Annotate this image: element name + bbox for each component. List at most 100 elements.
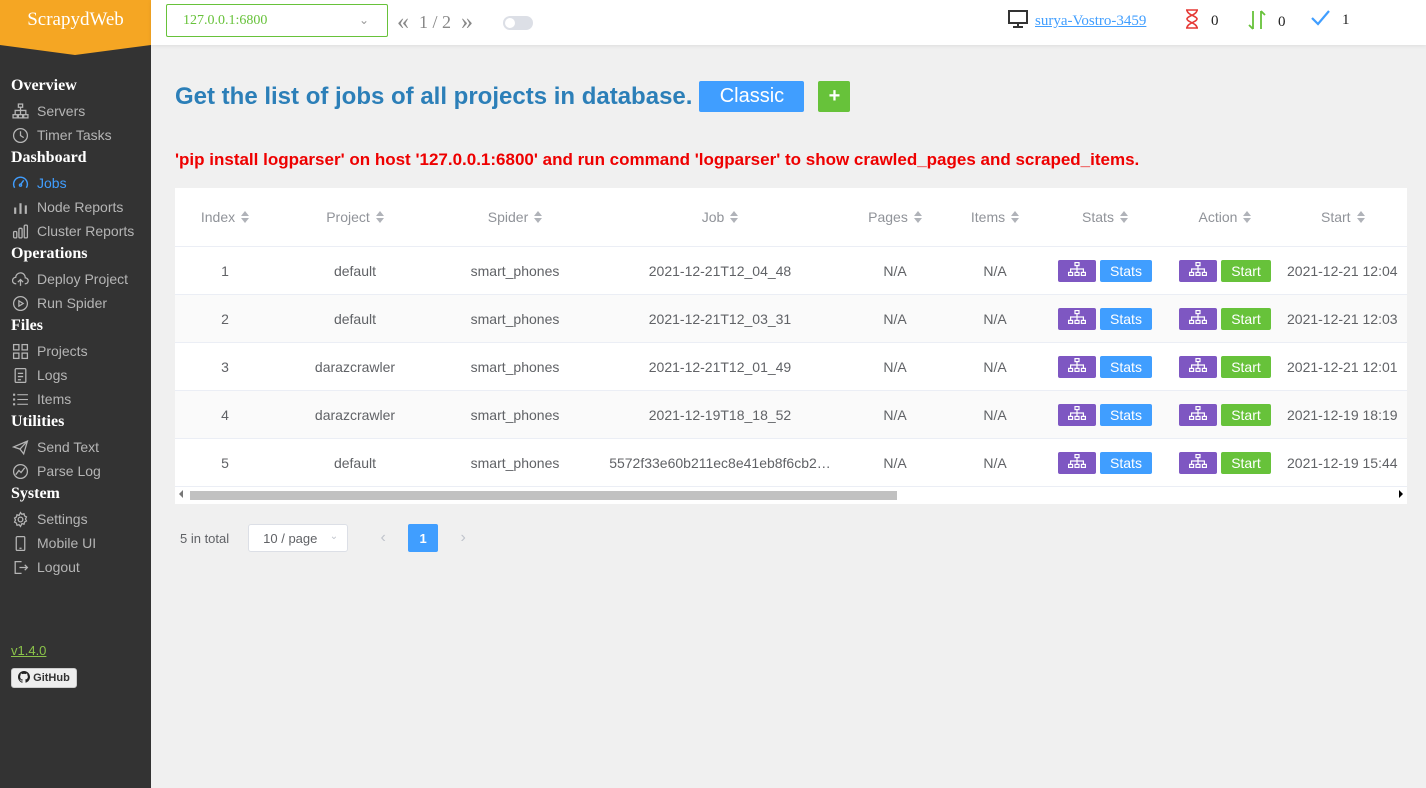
- action-tree-button[interactable]: [1179, 307, 1217, 330]
- stats-button[interactable]: Stats: [1100, 259, 1152, 282]
- send-icon: [11, 438, 29, 456]
- version-link[interactable]: v1.4.0: [11, 643, 46, 658]
- github-button[interactable]: GitHub: [11, 668, 77, 688]
- sidebar-item-label: Deploy Project: [37, 271, 129, 287]
- hostname-link[interactable]: surya-Vostro-3459: [1035, 13, 1146, 30]
- sidebar-item-send-text[interactable]: Send Text: [0, 435, 151, 459]
- cell-stats: Stats: [1045, 343, 1165, 390]
- current-page-button[interactable]: 1: [408, 524, 439, 552]
- sidebar-item-label: Node Reports: [37, 199, 124, 215]
- prev-server-button[interactable]: «: [397, 8, 409, 36]
- sidebar-item-deploy-project[interactable]: Deploy Project: [0, 267, 151, 291]
- sidebar-item-items[interactable]: Items: [0, 387, 151, 411]
- header-start[interactable]: Start: [1285, 188, 1407, 246]
- header-index[interactable]: Index: [175, 188, 275, 246]
- sidebar-item-parse-log[interactable]: Parse Log: [0, 459, 151, 483]
- sidebar-item-timer-tasks[interactable]: Timer Tasks: [0, 123, 151, 147]
- next-server-button[interactable]: »: [461, 8, 473, 36]
- header-items[interactable]: Items: [945, 188, 1045, 246]
- sort-icon: [1243, 211, 1252, 223]
- sidebar: ScrapydWeb Overview Servers Timer Tasks …: [0, 0, 151, 788]
- header-job[interactable]: Job: [595, 188, 845, 246]
- cell-index: 4: [221, 406, 229, 423]
- app-logo[interactable]: ScrapydWeb: [0, 0, 151, 55]
- sidebar-nav: Overview Servers Timer Tasks Dashboard J…: [0, 45, 151, 579]
- upload-icon: [11, 270, 29, 288]
- hourglass-icon: [1185, 9, 1211, 34]
- action-tree-button[interactable]: [1179, 403, 1217, 426]
- running-stat[interactable]: 0: [1248, 9, 1286, 36]
- sidebar-item-servers[interactable]: Servers: [0, 99, 151, 123]
- scrollbar-thumb[interactable]: [190, 491, 897, 500]
- projects-icon: [11, 342, 29, 360]
- sitemap-icon: [1189, 262, 1207, 279]
- scroll-left-icon[interactable]: [179, 490, 183, 498]
- multinode-toggle[interactable]: [503, 16, 533, 30]
- start-button[interactable]: Start: [1221, 259, 1271, 282]
- horizontal-scrollbar[interactable]: [175, 488, 1407, 502]
- sidebar-item-mobile-ui[interactable]: Mobile UI: [0, 531, 151, 555]
- sitemap-icon: [1068, 310, 1086, 327]
- stats-tree-button[interactable]: [1058, 451, 1096, 474]
- header-spider[interactable]: Spider: [435, 188, 595, 246]
- sitemap-icon: [1068, 454, 1086, 471]
- start-button[interactable]: Start: [1221, 403, 1271, 426]
- start-button[interactable]: Start: [1221, 355, 1271, 378]
- logparser-warning: 'pip install logparser' on host '127.0.0…: [175, 150, 1140, 169]
- sort-icon: [534, 211, 543, 223]
- start-button[interactable]: Start: [1221, 307, 1271, 330]
- stats-button[interactable]: Stats: [1100, 403, 1152, 426]
- sidebar-item-jobs[interactable]: Jobs: [0, 171, 151, 195]
- sidebar-item-node-reports[interactable]: Node Reports: [0, 195, 151, 219]
- add-button[interactable]: +: [818, 81, 851, 112]
- sidebar-item-label: Projects: [37, 343, 88, 359]
- stats-tree-button[interactable]: [1058, 403, 1096, 426]
- sidebar-item-logs[interactable]: Logs: [0, 363, 151, 387]
- finished-stat[interactable]: 1: [1310, 9, 1350, 32]
- sidebar-item-logout[interactable]: Logout: [0, 555, 151, 579]
- gear-icon: [11, 510, 29, 528]
- pending-stat[interactable]: 0: [1185, 9, 1219, 34]
- cell-stats: Stats: [1045, 439, 1165, 486]
- cell-job: 2021-12-21T12_03_31: [648, 310, 792, 327]
- action-tree-button[interactable]: [1179, 355, 1217, 378]
- stats-tree-button[interactable]: [1058, 307, 1096, 330]
- page-size-select[interactable]: 10 / page ⌄: [248, 524, 349, 552]
- action-tree-button[interactable]: [1179, 259, 1217, 282]
- sidebar-item-projects[interactable]: Projects: [0, 339, 151, 363]
- header-project[interactable]: Project: [275, 188, 435, 246]
- stats-button[interactable]: Stats: [1100, 451, 1152, 474]
- cell-start: 2021-12-19 18:19: [1287, 406, 1398, 423]
- cell-items: N/A: [983, 310, 1007, 327]
- sidebar-item-run-spider[interactable]: Run Spider: [0, 291, 151, 315]
- pending-count: 0: [1211, 13, 1219, 29]
- scroll-right-icon[interactable]: [1399, 490, 1403, 498]
- logout-icon: [11, 558, 29, 576]
- sort-icon: [1356, 211, 1365, 223]
- play-icon: [11, 294, 29, 312]
- section-utilities: Utilities: [11, 413, 65, 430]
- prev-page-button[interactable]: ‹: [368, 524, 398, 552]
- cell-project: default: [333, 310, 377, 327]
- classic-view-button[interactable]: Classic: [699, 81, 805, 112]
- page-title: Get the list of jobs of all projects in …: [175, 82, 693, 110]
- cell-start: 2021-12-21 12:01: [1287, 358, 1398, 375]
- header-pages[interactable]: Pages: [845, 188, 945, 246]
- sitemap-icon: [1189, 310, 1207, 327]
- stats-button[interactable]: Stats: [1100, 307, 1152, 330]
- cell-spider: smart_phones: [470, 454, 560, 471]
- header-stats[interactable]: Stats: [1045, 188, 1165, 246]
- next-page-button[interactable]: ›: [448, 524, 478, 552]
- stats-tree-button[interactable]: [1058, 259, 1096, 282]
- table-row: 3 darazcrawler smart_phones 2021-12-21T12_0…: [175, 343, 1407, 391]
- sidebar-item-cluster-reports[interactable]: Cluster Reports: [0, 219, 151, 243]
- server-select[interactable]: 127.0.0.1:6800 ⌄: [166, 4, 388, 37]
- running-arrows-icon: [1248, 9, 1278, 36]
- header-action[interactable]: Action: [1165, 188, 1285, 246]
- stats-button[interactable]: Stats: [1100, 355, 1152, 378]
- total-count: 5 in total: [180, 530, 230, 546]
- stats-tree-button[interactable]: [1058, 355, 1096, 378]
- action-tree-button[interactable]: [1179, 451, 1217, 474]
- start-button[interactable]: Start: [1221, 451, 1271, 474]
- sidebar-item-settings[interactable]: Settings: [0, 507, 151, 531]
